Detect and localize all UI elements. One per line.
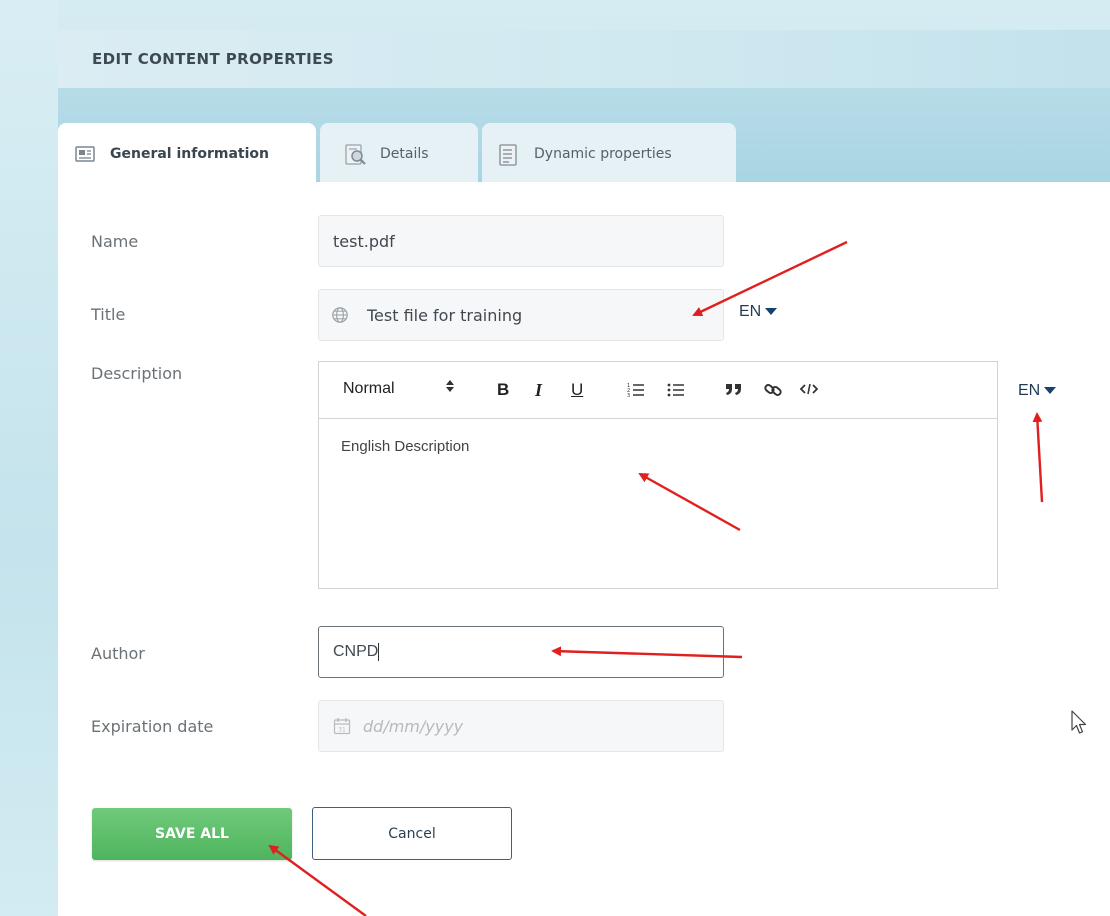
tab-bar: General information Details Dynamic prop… xyxy=(58,88,1110,183)
description-language-select[interactable]: EN xyxy=(1018,382,1057,400)
description-language-value: EN xyxy=(1018,382,1041,399)
calendar-icon: 31 xyxy=(333,717,351,735)
italic-button[interactable]: I xyxy=(535,380,542,401)
author-label: Author xyxy=(91,644,145,663)
save-all-button[interactable]: SAVE ALL xyxy=(92,808,292,860)
cancel-button[interactable]: Cancel xyxy=(312,807,512,860)
title-value: Test file for training xyxy=(367,305,523,325)
name-value: test.pdf xyxy=(333,231,395,251)
tab-details[interactable]: Details xyxy=(320,123,478,183)
expiration-date-field[interactable]: 31 dd/mm/yyyy xyxy=(318,700,724,752)
editor-toolbar: Normal B I U 1 2 3 xyxy=(319,362,997,419)
document-icon xyxy=(74,143,96,165)
expiration-date-placeholder: dd/mm/yyyy xyxy=(363,716,464,736)
tab-dynamic-properties[interactable]: Dynamic properties xyxy=(482,123,736,183)
caret-down-icon xyxy=(1044,387,1057,395)
bullet-list-icon[interactable] xyxy=(667,382,685,403)
page-left-margin xyxy=(0,0,58,916)
svg-text:3: 3 xyxy=(627,393,630,398)
code-icon[interactable] xyxy=(799,382,819,401)
page-title: EDIT CONTENT PROPERTIES xyxy=(92,50,335,68)
title-field[interactable]: Test file for training xyxy=(318,289,724,341)
name-label: Name xyxy=(91,232,139,251)
author-field[interactable]: CNPD xyxy=(318,626,724,678)
blockquote-icon[interactable] xyxy=(725,382,743,401)
underline-button[interactable]: U xyxy=(571,380,583,400)
ordered-list-icon[interactable]: 1 2 3 xyxy=(627,382,645,403)
title-language-select[interactable]: EN xyxy=(739,303,778,321)
text-cursor xyxy=(378,643,380,661)
bold-button[interactable]: B xyxy=(497,380,509,400)
general-information-panel: Name test.pdf Title Test file for traini… xyxy=(58,182,1110,916)
expiration-date-label: Expiration date xyxy=(91,717,214,736)
format-select[interactable]: Normal xyxy=(343,380,395,398)
page-header: EDIT CONTENT PROPERTIES xyxy=(58,30,1110,88)
author-value: CNPD xyxy=(333,643,379,660)
caret-down-icon xyxy=(765,308,778,316)
name-field[interactable]: test.pdf xyxy=(318,215,724,267)
tab-label: Details xyxy=(380,146,429,162)
magnify-document-icon xyxy=(344,143,366,165)
description-label: Description xyxy=(91,364,183,383)
tab-label: General information xyxy=(110,146,269,162)
svg-text:31: 31 xyxy=(338,727,346,734)
description-editor[interactable]: Normal B I U 1 2 3 English Description xyxy=(318,361,998,589)
tab-label: Dynamic properties xyxy=(534,146,672,162)
title-label: Title xyxy=(91,305,126,324)
mouse-pointer-icon xyxy=(1070,710,1088,740)
link-icon[interactable] xyxy=(763,381,783,404)
format-select-arrows-icon[interactable] xyxy=(445,378,455,399)
list-document-icon xyxy=(498,143,520,166)
globe-icon xyxy=(331,306,349,324)
title-language-value: EN xyxy=(739,303,762,320)
description-content[interactable]: English Description xyxy=(341,438,469,455)
tab-general-information[interactable]: General information xyxy=(58,123,316,183)
